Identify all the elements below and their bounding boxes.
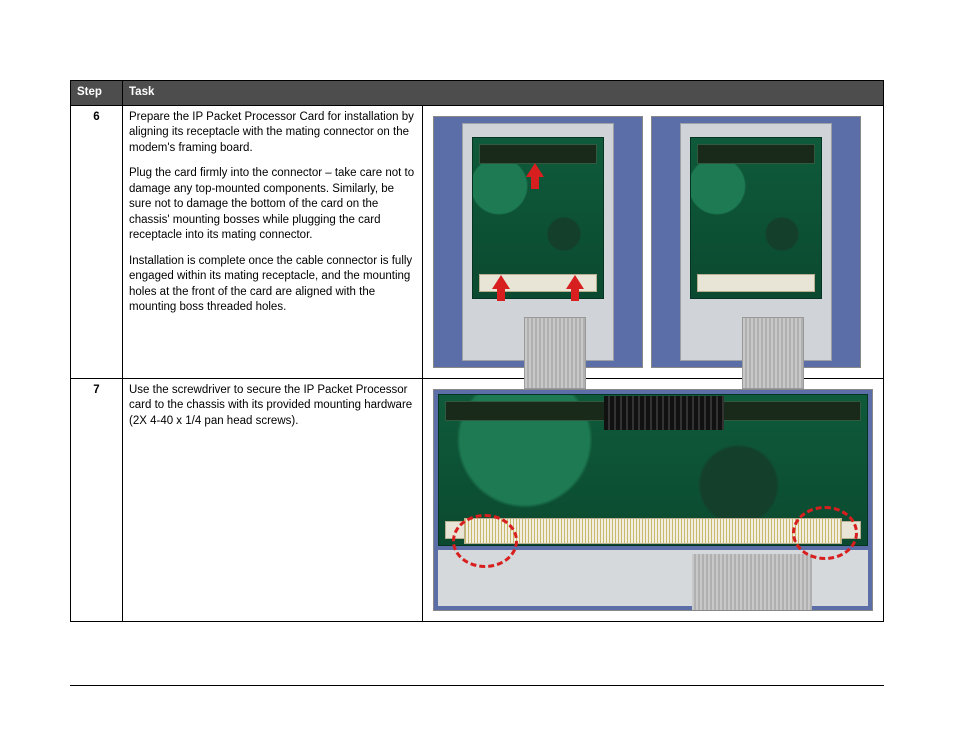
table-row: 7 Use the screwdriver to secure the IP P… [71, 378, 884, 621]
paragraph: Plug the card firmly into the connector … [129, 166, 416, 244]
paragraph: Prepare the IP Packet Processor Card for… [129, 110, 416, 157]
header-step: Step [71, 81, 123, 106]
highlight-circle-icon [452, 514, 518, 568]
step-number: 7 [71, 378, 123, 621]
step-number: 6 [71, 105, 123, 378]
step-task-text: Prepare the IP Packet Processor Card for… [123, 105, 423, 378]
arrow-up-icon [526, 163, 544, 189]
arrow-up-icon [492, 275, 510, 301]
document-page: Step Task 6 Prepare the IP Packet Proces… [0, 0, 954, 738]
highlight-circle-icon [792, 506, 858, 560]
photo-align-card [433, 116, 643, 368]
photo-card-seated [651, 116, 861, 368]
paragraph: Installation is complete once the cable … [129, 254, 416, 316]
photo-screw-locations [433, 389, 873, 611]
step-images [423, 378, 884, 621]
step-task-text: Use the screwdriver to secure the IP Pac… [123, 378, 423, 621]
steps-table: Step Task 6 Prepare the IP Packet Proces… [70, 80, 884, 622]
arrow-up-icon [566, 275, 584, 301]
table-row: 6 Prepare the IP Packet Processor Card f… [71, 105, 884, 378]
table-header-row: Step Task [71, 81, 884, 106]
footer-divider [70, 685, 884, 686]
step-images [423, 105, 884, 378]
image-row [429, 110, 877, 374]
header-task: Task [123, 81, 884, 106]
image-row [429, 383, 877, 617]
paragraph: Use the screwdriver to secure the IP Pac… [129, 383, 416, 430]
